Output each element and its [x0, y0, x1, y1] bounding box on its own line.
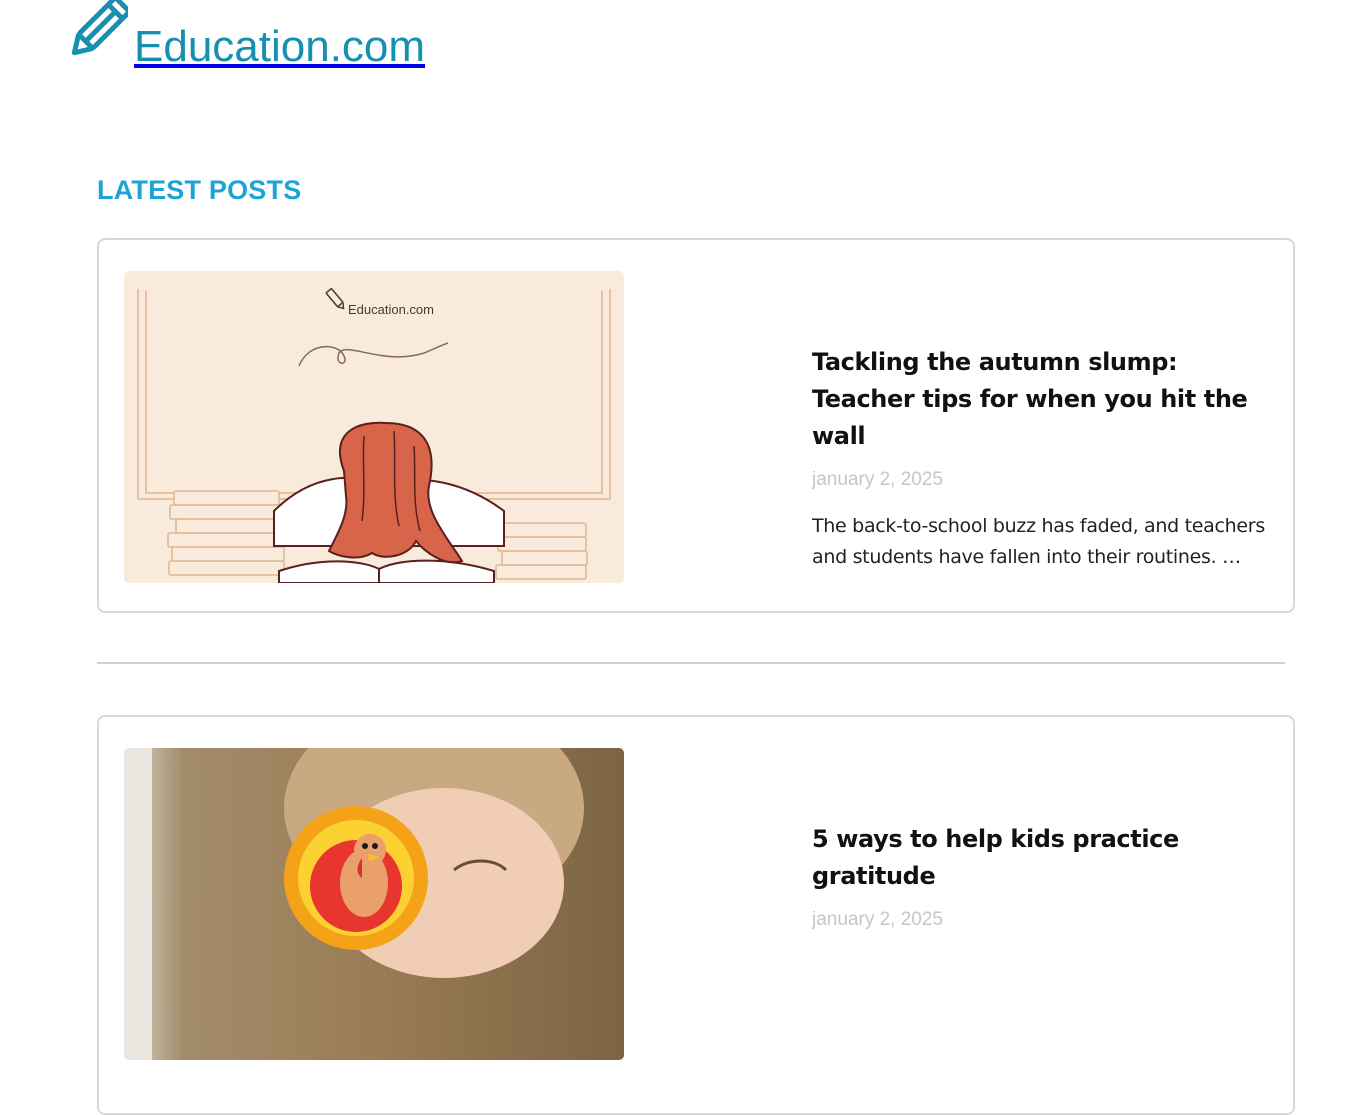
- pencil-icon: [71, 0, 128, 56]
- post-excerpt: The back-to-school buzz has faded, and t…: [812, 515, 1265, 568]
- site-name: Education.com: [134, 22, 426, 71]
- post-card[interactable]: Education.com Tackling the autumn slump:…: [97, 238, 1295, 613]
- post-divider: [97, 662, 1285, 664]
- post-card[interactable]: 5 ways to help kids practice gratitude j…: [97, 715, 1295, 1115]
- post-title[interactable]: Tackling the autumn slump: Teacher tips …: [812, 344, 1282, 455]
- post-thumbnail[interactable]: Education.com: [124, 271, 624, 583]
- post-title[interactable]: 5 ways to help kids practice gratitude: [812, 821, 1282, 895]
- turkey-craft: [284, 806, 428, 950]
- books-left: [167, 490, 285, 576]
- post-date: january 2, 2025: [812, 909, 943, 930]
- gratitude-photo: [124, 748, 624, 1060]
- post-thumbnail[interactable]: [124, 748, 624, 1060]
- books-right: [495, 522, 588, 580]
- post-body: Tackling the autumn slump: Teacher tips …: [812, 344, 1282, 592]
- teacher-slump-illustration: Education.com: [124, 271, 624, 583]
- post-body: 5 ways to help kids practice gratitude j…: [812, 821, 1282, 931]
- latest-posts-heading: LATEST POSTS: [97, 175, 302, 205]
- post-date: january 2, 2025: [812, 469, 943, 490]
- site-logo-link[interactable]: Education.com: [66, 0, 425, 69]
- image-logo-text: Education.com: [348, 302, 434, 317]
